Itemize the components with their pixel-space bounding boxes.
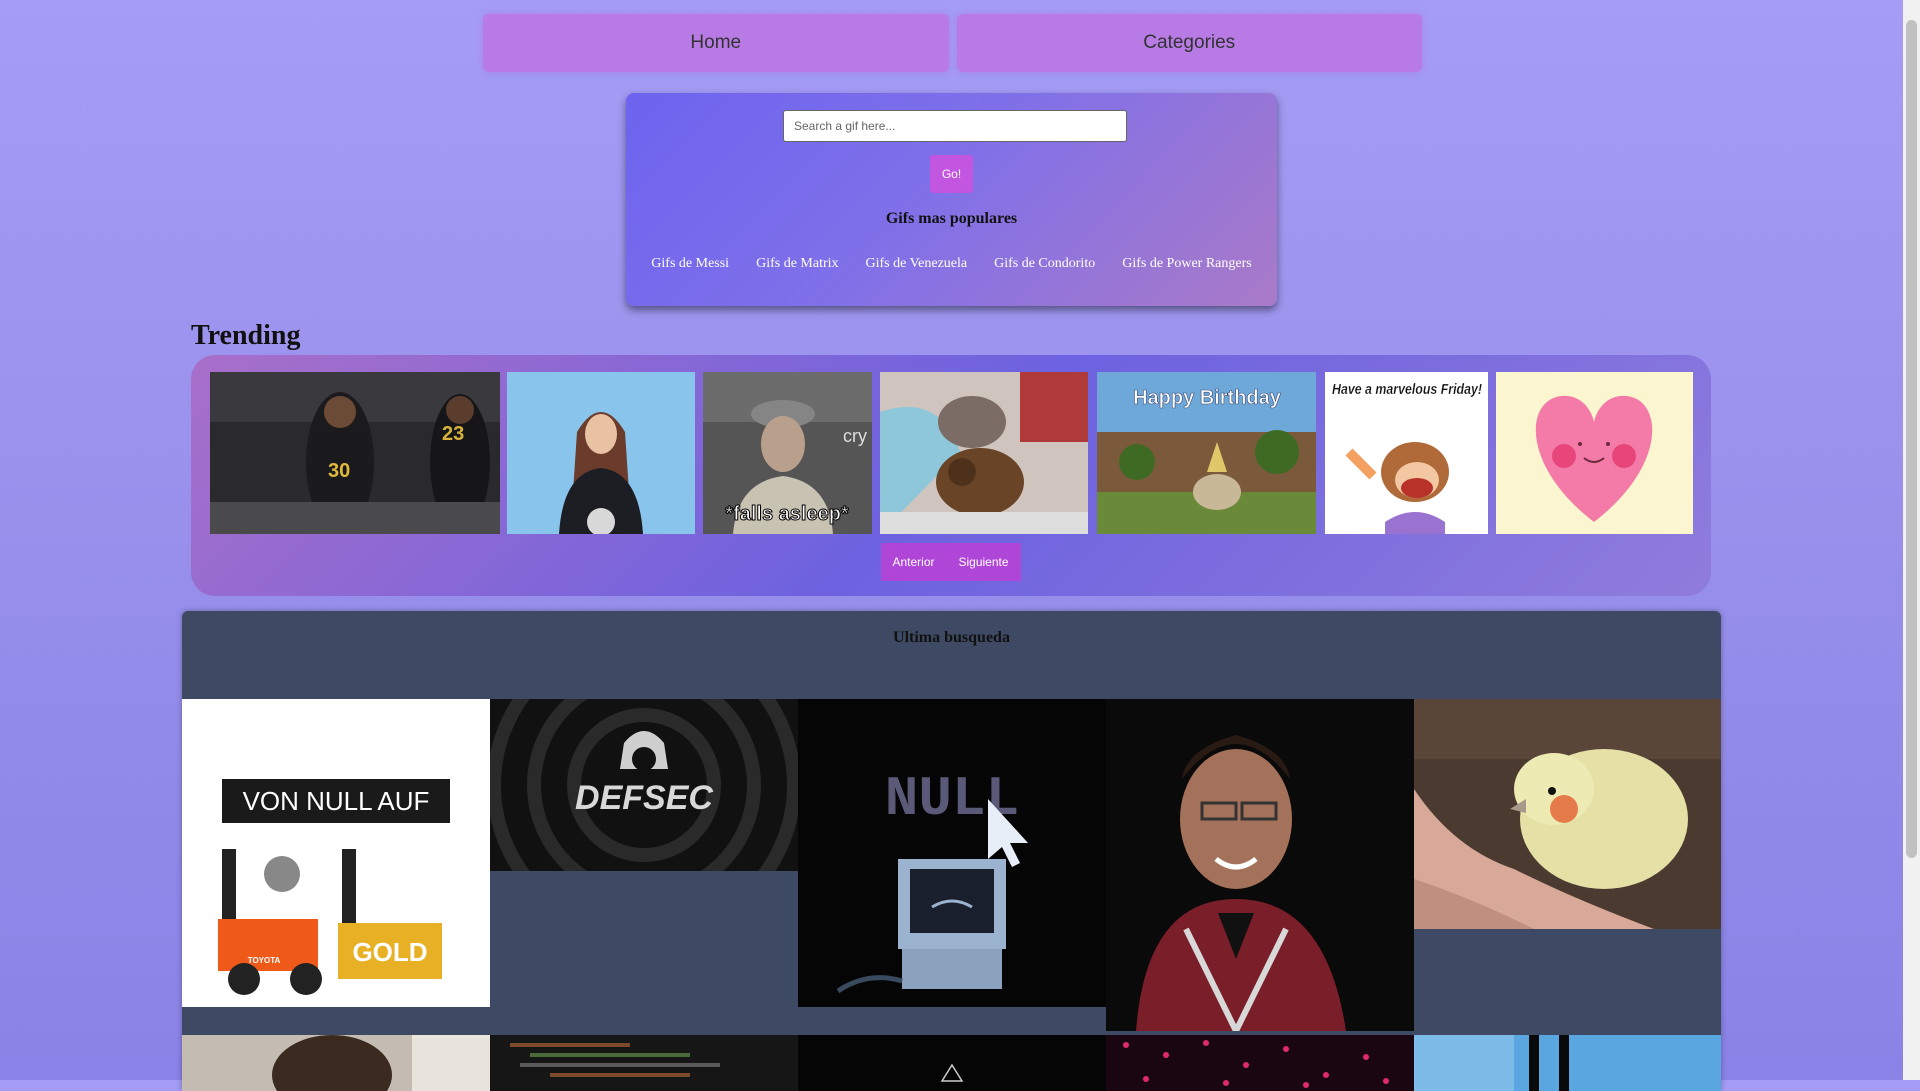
- gif-cockatiel[interactable]: [1414, 699, 1721, 929]
- trending-gif-marvelous-friday[interactable]: Have a marvelous Friday!: [1325, 372, 1488, 534]
- happy-birthday-caption: Happy Birthday: [1133, 387, 1282, 409]
- von-null-caption: VON NULL AUF: [243, 786, 430, 816]
- defsec-logo-text: DEFSEC: [575, 779, 713, 817]
- trending-gif-falls-asleep[interactable]: cry *falls asleep*: [703, 372, 872, 534]
- prev-button[interactable]: Anterior: [881, 543, 946, 581]
- falls-asleep-side-text: cry: [843, 426, 867, 446]
- trending-gif-pink-heart[interactable]: [1496, 372, 1693, 534]
- trending-pager: Anterior Siguiente: [881, 543, 1021, 581]
- popular-link-power-rangers[interactable]: Gifs de Power Rangers: [1122, 256, 1251, 272]
- popular-link-venezuela[interactable]: Gifs de Venezuela: [866, 256, 968, 272]
- last-search-panel: Ultima busqueda VON NULL AUF GOLD TOYOTA: [182, 611, 1721, 1091]
- page-scrollbar[interactable]: [1903, 0, 1920, 1080]
- trending-title: Trending: [191, 320, 301, 351]
- gif-laughing-man[interactable]: [1106, 699, 1414, 1031]
- popular-link-matrix[interactable]: Gifs de Matrix: [756, 256, 838, 272]
- popular-link-condorito[interactable]: Gifs de Condorito: [994, 256, 1095, 272]
- marvelous-caption: Have a marvelous Friday!: [1332, 381, 1482, 398]
- categories-button[interactable]: Categories: [956, 14, 1422, 72]
- falls-asleep-caption: *falls asleep*: [725, 503, 849, 525]
- gif-row2-code[interactable]: [490, 1035, 798, 1091]
- gold-caption: GOLD: [352, 937, 427, 967]
- gif-von-null-auf-gold[interactable]: VON NULL AUF GOLD TOYOTA: [182, 699, 490, 1007]
- trending-gif-basketball[interactable]: 30 23: [210, 372, 500, 534]
- jersey-number: 23: [442, 423, 464, 445]
- trending-gif-kitten-bear[interactable]: [880, 372, 1088, 534]
- gif-null-computer[interactable]: NULL: [798, 699, 1106, 1007]
- search-panel: Go! Gifs mas populares Gifs de Messi Gif…: [626, 93, 1277, 306]
- gif-row2-person[interactable]: [182, 1035, 490, 1091]
- search-input[interactable]: [783, 110, 1127, 142]
- gif-row2-glitch[interactable]: [1414, 1035, 1721, 1091]
- popular-links: Gifs de Messi Gifs de Matrix Gifs de Ven…: [626, 256, 1277, 272]
- top-nav: Home Categories: [483, 14, 1422, 72]
- popular-title: Gifs mas populares: [885, 210, 1018, 227]
- trending-gif-woman[interactable]: [507, 372, 695, 534]
- popular-link-messi[interactable]: Gifs de Messi: [651, 256, 729, 272]
- scrollbar-thumb[interactable]: [1906, 20, 1917, 858]
- home-button[interactable]: Home: [483, 14, 949, 72]
- gif-row2-dots[interactable]: [1106, 1035, 1414, 1091]
- trending-gif-happy-birthday[interactable]: Happy Birthday: [1097, 372, 1316, 534]
- toyota-brand: TOYOTA: [248, 956, 281, 965]
- go-button[interactable]: Go!: [930, 155, 973, 193]
- next-button[interactable]: Siguiente: [946, 543, 1021, 581]
- last-search-title: Ultima busqueda: [893, 629, 1010, 646]
- gif-defsec-logo[interactable]: DEFSEC: [490, 699, 798, 871]
- trending-panel: 30 23 cry *falls asleep* Happy Birthday …: [191, 355, 1711, 596]
- gif-row2-pyramid[interactable]: [798, 1035, 1106, 1091]
- svg-text:30: 30: [328, 460, 350, 482]
